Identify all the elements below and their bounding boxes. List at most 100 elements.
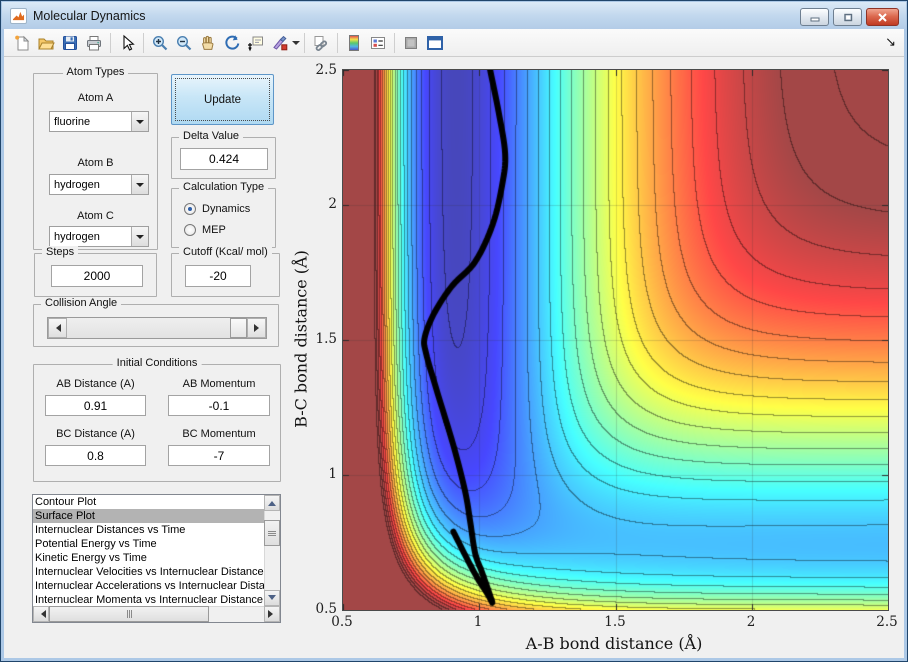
cutoff-panel: Cutoff (Kcal/ mol) bbox=[171, 246, 280, 297]
scroll-right-arrow[interactable] bbox=[264, 606, 280, 622]
toolbar-separator bbox=[304, 32, 305, 53]
insert-colorbar-icon[interactable] bbox=[342, 31, 366, 55]
titlebar[interactable]: Molecular Dynamics bbox=[2, 2, 906, 29]
slider-left-arrow[interactable] bbox=[48, 318, 67, 338]
data-cursor-icon[interactable] bbox=[244, 31, 268, 55]
matlab-icon bbox=[10, 7, 27, 24]
x-tick-label: 2 bbox=[746, 614, 756, 630]
open-file-icon[interactable] bbox=[34, 31, 58, 55]
delta-value-panel: Delta Value bbox=[171, 130, 276, 179]
toolbar-separator bbox=[394, 32, 395, 53]
brush-dropdown-icon[interactable] bbox=[292, 40, 300, 49]
slider-right-arrow[interactable] bbox=[247, 318, 266, 338]
bc-distance-field[interactable] bbox=[45, 445, 146, 466]
atom-types-title: Atom Types bbox=[62, 66, 129, 78]
collision-angle-title: Collision Angle bbox=[41, 297, 122, 309]
atom-b-dropdown[interactable]: hydrogen bbox=[49, 174, 149, 195]
link-plot-icon[interactable] bbox=[309, 31, 333, 55]
atom-b-dropdown-arrow-icon[interactable] bbox=[131, 175, 148, 194]
list-item[interactable]: Kinetic Energy vs Time bbox=[33, 551, 264, 565]
dynamics-radio-row[interactable]: Dynamics bbox=[184, 203, 250, 215]
scroll-left-arrow[interactable] bbox=[33, 606, 49, 622]
list-item[interactable]: Internuclear Velocities vs Internuclear … bbox=[33, 565, 264, 579]
horizontal-scroll-thumb[interactable] bbox=[49, 606, 209, 622]
delta-value-title: Delta Value bbox=[179, 130, 244, 142]
scroll-up-arrow[interactable] bbox=[264, 495, 280, 511]
ab-distance-field[interactable] bbox=[45, 395, 146, 416]
atom-types-panel: Atom Types Atom A fluorine Atom B hydrog… bbox=[33, 66, 158, 250]
steps-field[interactable] bbox=[51, 265, 143, 287]
list-item[interactable]: Internuclear Accelerations vs Internucle… bbox=[33, 579, 264, 593]
rotate-3d-icon[interactable] bbox=[220, 31, 244, 55]
vertical-scrollbar[interactable] bbox=[264, 495, 280, 606]
minimize-button[interactable] bbox=[800, 8, 829, 26]
steps-title: Steps bbox=[42, 246, 79, 258]
slider-thumb[interactable] bbox=[230, 318, 247, 338]
zoom-out-icon[interactable] bbox=[172, 31, 196, 55]
pan-hand-icon[interactable] bbox=[196, 31, 220, 55]
x-tick-label: 1.5 bbox=[604, 614, 626, 630]
delta-value-field[interactable] bbox=[180, 148, 268, 170]
y-tick-label: 2.5 bbox=[315, 62, 337, 78]
vertical-scroll-thumb[interactable] bbox=[264, 520, 280, 546]
mep-radio-label: MEP bbox=[202, 224, 226, 236]
zoom-in-icon[interactable] bbox=[148, 31, 172, 55]
y-axis-label: B-C bond distance (Å) bbox=[291, 250, 311, 428]
collision-angle-panel: Collision Angle bbox=[33, 297, 279, 347]
hide-plot-tools-icon[interactable] bbox=[399, 31, 423, 55]
mep-radio[interactable] bbox=[184, 224, 196, 236]
list-item[interactable]: Potential Energy vs Time bbox=[33, 537, 264, 551]
atom-b-value: hydrogen bbox=[54, 178, 100, 191]
print-icon[interactable] bbox=[82, 31, 106, 55]
selection-arrow-icon[interactable] bbox=[115, 31, 139, 55]
atom-a-value: fluorine bbox=[54, 115, 91, 128]
plot-type-listbox[interactable]: Contour Plot Surface Plot Internuclear D… bbox=[32, 494, 281, 623]
atom-c-value: hydrogen bbox=[54, 230, 100, 243]
cutoff-title: Cutoff (Kcal/ mol) bbox=[179, 246, 272, 258]
list-item[interactable]: Internuclear Momenta vs Internuclear Dis… bbox=[33, 593, 264, 606]
dock-figure-icon[interactable] bbox=[423, 31, 447, 55]
brush-data-icon[interactable] bbox=[268, 31, 292, 55]
steps-panel: Steps bbox=[34, 246, 157, 297]
cutoff-field[interactable] bbox=[185, 265, 251, 287]
close-button[interactable] bbox=[866, 8, 899, 26]
update-button[interactable]: Update bbox=[171, 74, 274, 125]
save-icon[interactable] bbox=[58, 31, 82, 55]
toolbar-separator bbox=[110, 32, 111, 53]
maximize-button[interactable] bbox=[833, 8, 862, 26]
mep-radio-row[interactable]: MEP bbox=[184, 224, 226, 236]
collision-angle-slider[interactable] bbox=[47, 317, 267, 339]
list-item[interactable]: Internuclear Distances vs Time bbox=[33, 523, 264, 537]
atom-a-dropdown-arrow-icon[interactable] bbox=[131, 112, 148, 131]
atom-c-dropdown[interactable]: hydrogen bbox=[49, 226, 149, 247]
ab-momentum-label: AB Momentum bbox=[182, 378, 256, 390]
pes-plot-canvas[interactable] bbox=[342, 69, 889, 611]
bc-momentum-field[interactable] bbox=[168, 445, 270, 466]
initial-conditions-panel: Initial Conditions AB Distance (A) AB Mo… bbox=[33, 357, 281, 482]
list-item[interactable]: Contour Plot bbox=[33, 495, 264, 509]
y-tick-label: 2 bbox=[328, 196, 337, 212]
toolbar-separator bbox=[337, 32, 338, 53]
atom-c-dropdown-arrow-icon[interactable] bbox=[131, 227, 148, 246]
x-tick-label: 2.5 bbox=[876, 614, 898, 630]
insert-legend-icon[interactable] bbox=[366, 31, 390, 55]
ab-momentum-field[interactable] bbox=[168, 395, 270, 416]
figure-content: Atom Types Atom A fluorine Atom B hydrog… bbox=[4, 57, 904, 658]
bc-momentum-label: BC Momentum bbox=[182, 428, 256, 440]
atom-a-dropdown[interactable]: fluorine bbox=[49, 111, 149, 132]
toolbar-overflow-icon[interactable]: ↘ bbox=[885, 34, 896, 50]
list-item[interactable]: Surface Plot bbox=[33, 509, 264, 523]
atom-a-label: Atom A bbox=[77, 92, 114, 104]
new-document-icon[interactable] bbox=[10, 31, 34, 55]
atom-b-label: Atom B bbox=[77, 157, 114, 169]
plot-type-list: Contour Plot Surface Plot Internuclear D… bbox=[33, 495, 264, 606]
calculation-type-panel: Calculation Type Dynamics MEP bbox=[171, 181, 276, 248]
y-tick-label: 1 bbox=[328, 466, 337, 482]
calculation-type-title: Calculation Type bbox=[179, 181, 269, 193]
ab-distance-label: AB Distance (A) bbox=[56, 378, 135, 390]
dynamics-radio-label: Dynamics bbox=[202, 203, 251, 215]
dynamics-radio[interactable] bbox=[184, 203, 196, 215]
horizontal-scrollbar[interactable] bbox=[33, 606, 280, 622]
scroll-down-arrow[interactable] bbox=[264, 590, 280, 606]
slider-track[interactable] bbox=[67, 318, 247, 338]
